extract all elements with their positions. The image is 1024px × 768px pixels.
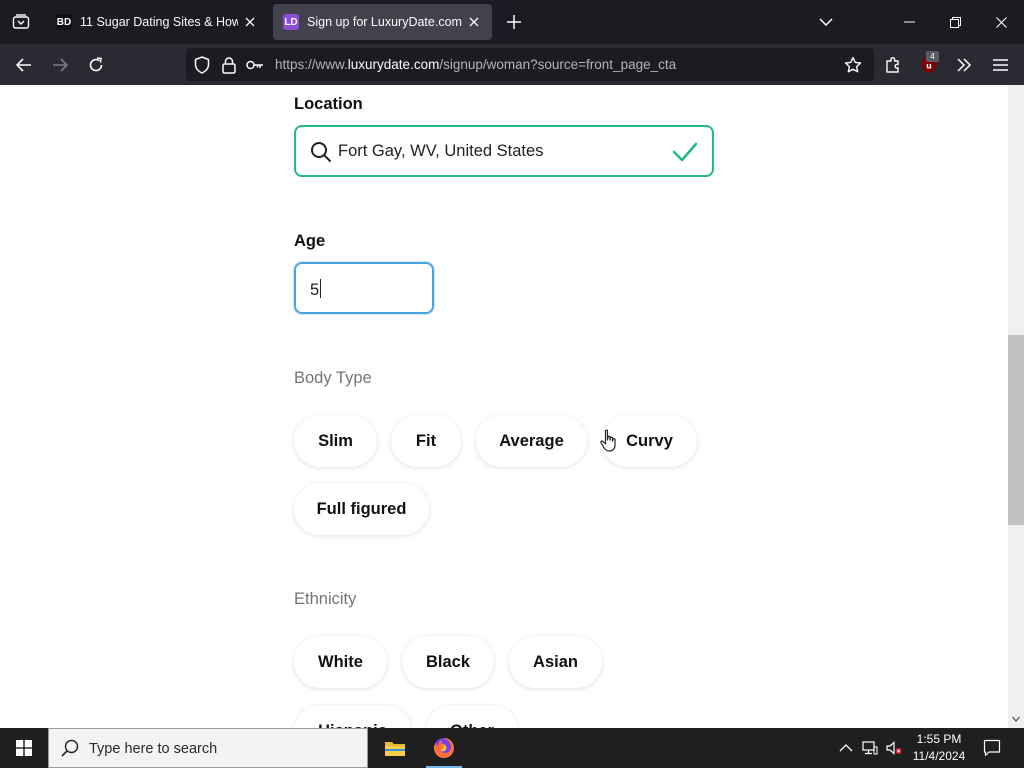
- network-icon[interactable]: [862, 740, 878, 756]
- restore-button[interactable]: [932, 0, 978, 44]
- reload-button[interactable]: [81, 50, 111, 80]
- reload-icon: [89, 57, 103, 72]
- body-type-option-slim[interactable]: Slim: [294, 415, 377, 467]
- firefox-icon: [434, 738, 454, 758]
- url-host: luxurydate.com: [347, 57, 440, 72]
- location-label: Location: [294, 95, 363, 113]
- back-button[interactable]: [9, 50, 39, 80]
- ethnicity-option-asian[interactable]: Asian: [509, 636, 602, 688]
- extensions-button[interactable]: [878, 50, 908, 80]
- puzzle-icon: [886, 57, 899, 73]
- arrow-left-icon: [16, 58, 31, 72]
- age-value-text: 5: [310, 281, 320, 299]
- tab-close-button[interactable]: [466, 14, 482, 30]
- navigation-toolbar: https://www.luxurydate.com/signup/woman?…: [0, 44, 1024, 85]
- minimize-button[interactable]: [886, 0, 932, 44]
- tab-list-icon: [12, 14, 30, 29]
- app-menu-button[interactable]: [985, 50, 1015, 80]
- chevron-down-icon: [819, 18, 833, 26]
- new-tab-button[interactable]: [503, 11, 525, 33]
- clock-time: 1:55 PM: [916, 732, 962, 746]
- tab-luxurydate-signup[interactable]: LD Sign up for LuxuryDate.com: [273, 4, 492, 40]
- restore-icon: [949, 16, 961, 28]
- text-caret: [320, 279, 322, 298]
- shield-icon[interactable]: [193, 56, 211, 74]
- ethnicity-label: Ethnicity: [294, 590, 357, 608]
- ethnicity-option-other[interactable]: Other: [426, 705, 518, 728]
- body-type-option-average[interactable]: Average: [476, 415, 587, 467]
- hand-pointer-cursor-icon: [600, 429, 616, 452]
- notification-center-icon[interactable]: [983, 739, 1001, 757]
- svg-text:u: u: [926, 62, 932, 71]
- ethnicity-option-hispanic[interactable]: Hispanic: [294, 705, 411, 728]
- folder-icon: [385, 742, 405, 756]
- windows-logo-icon: [16, 740, 32, 756]
- scrollbar-thumb[interactable]: [1008, 335, 1024, 525]
- minimize-icon: [903, 21, 915, 23]
- body-type-option-fit[interactable]: Fit: [391, 415, 461, 467]
- age-value: 5: [310, 279, 322, 300]
- bookmark-button[interactable]: [838, 50, 868, 80]
- forward-button[interactable]: [45, 50, 75, 80]
- ethnicity-option-black[interactable]: Black: [402, 636, 494, 688]
- close-icon: [995, 16, 1007, 28]
- tab-title: Sign up for LuxuryDate.com: [307, 15, 462, 29]
- url-text[interactable]: https://www.luxurydate.com/signup/woman?…: [275, 57, 676, 72]
- extension-badge: 4: [926, 51, 939, 62]
- tab-title: 11 Sugar Dating Sites & How to: [80, 15, 238, 29]
- volume-muted-icon[interactable]: [886, 740, 902, 756]
- double-chevron-right-icon: [957, 58, 972, 72]
- tab-close-button[interactable]: [242, 14, 258, 30]
- tab-sugar-dating-sites[interactable]: BD 11 Sugar Dating Sites & How to: [46, 4, 268, 40]
- hamburger-menu-icon: [992, 59, 1008, 71]
- close-icon: [245, 17, 255, 27]
- age-input[interactable]: 5: [294, 262, 434, 314]
- arrow-right-icon: [53, 58, 68, 72]
- firefox-taskbar-button[interactable]: [420, 728, 468, 768]
- taskbar-clock[interactable]: 1:55 PM 11/4/2024: [905, 731, 973, 765]
- tab-strip: BD 11 Sugar Dating Sites & How to LD Sig…: [0, 0, 1024, 44]
- close-icon: [469, 17, 479, 27]
- url-path: /signup/woman?source=front_page_cta: [439, 57, 677, 72]
- tab-favicon: BD: [56, 14, 72, 30]
- list-all-tabs-button[interactable]: [803, 0, 849, 44]
- file-explorer-button[interactable]: [371, 728, 419, 768]
- star-icon: [844, 56, 862, 73]
- age-label: Age: [294, 232, 326, 250]
- ethnicity-option-white[interactable]: White: [294, 636, 387, 688]
- more-tools-button[interactable]: [949, 50, 979, 80]
- signup-page: Location Fort Gay, WV, United States Age…: [0, 85, 1008, 728]
- chevron-up-icon[interactable]: [838, 740, 854, 756]
- start-button[interactable]: [0, 728, 48, 768]
- taskbar-search-placeholder: Type here to search: [89, 741, 218, 757]
- search-icon: [311, 142, 331, 162]
- location-input[interactable]: Fort Gay, WV, United States: [294, 125, 714, 177]
- search-icon: [61, 739, 79, 757]
- key-icon[interactable]: [246, 56, 264, 74]
- taskbar-search-box[interactable]: Type here to search: [48, 728, 368, 768]
- clock-date: 11/4/2024: [912, 749, 966, 763]
- scroll-down-icon[interactable]: [1012, 715, 1020, 723]
- location-value: Fort Gay, WV, United States: [338, 142, 544, 160]
- body-type-option-full-figured[interactable]: Full figured: [294, 483, 429, 535]
- page-scrollbar[interactable]: [1008, 85, 1024, 728]
- tab-list-button[interactable]: [0, 0, 42, 44]
- windows-taskbar: Type here to search 1:55 PM 11/4/2024: [0, 728, 1024, 768]
- plus-icon: [507, 15, 521, 29]
- body-type-label: Body Type: [294, 369, 372, 387]
- close-window-button[interactable]: [978, 0, 1024, 44]
- lock-icon[interactable]: [220, 56, 238, 74]
- url-prefix: https://www.: [275, 57, 348, 72]
- tab-favicon: LD: [283, 14, 299, 30]
- url-bar[interactable]: https://www.luxurydate.com/signup/woman?…: [186, 48, 874, 81]
- checkmark-icon: [672, 142, 698, 162]
